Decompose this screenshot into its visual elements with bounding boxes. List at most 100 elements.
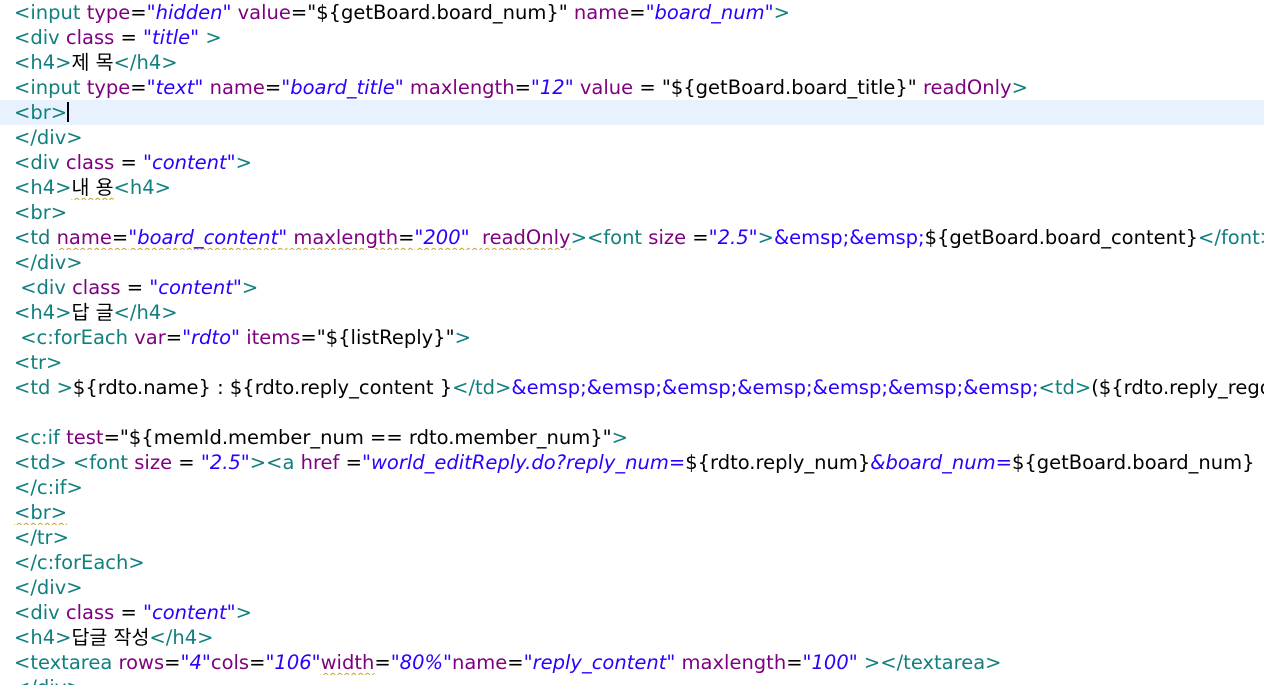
code-token: <td> <box>14 451 67 474</box>
code-token: "200" <box>414 226 470 249</box>
code-line[interactable]: <td >${rdto.name} : ${rdto.reply_content… <box>0 375 1264 400</box>
code-token: </c:forEach> <box>14 551 145 574</box>
code-line[interactable]: <br> <box>0 200 1264 225</box>
code-line[interactable]: </div> <box>0 250 1264 275</box>
code-line[interactable]: <td name="board_content" maxlength="200"… <box>0 225 1264 250</box>
code-token: value <box>579 76 634 99</box>
code-line[interactable]: <h4>답 글</h4> <box>0 300 1264 325</box>
code-token: 내 용 <box>71 176 114 199</box>
code-token: "100" <box>802 651 858 674</box>
code-token: size <box>648 226 687 249</box>
code-token: "12" <box>530 76 574 99</box>
code-token: <font <box>72 451 135 474</box>
code-line[interactable]: <h4>제 목</h4> <box>0 50 1264 75</box>
code-token: ></textarea> <box>863 651 1002 674</box>
code-token: 답글 작성 <box>71 626 150 649</box>
code-token: = "${getBoard.board_title}" <box>633 76 923 99</box>
code-line[interactable]: <td> <font size = "2.5"><a href ="world_… <box>0 450 1264 475</box>
code-token: <td> <box>1038 376 1092 399</box>
code-token: > <box>757 226 774 249</box>
code-token: > <box>249 451 267 474</box>
code-token: "world_editReply.do?reply_num= <box>361 451 686 474</box>
code-token: = <box>130 1 147 24</box>
code-token: = <box>172 451 201 474</box>
code-token: </h4> <box>113 51 178 74</box>
code-token: = <box>264 76 282 99</box>
code-line[interactable]: </div> <box>0 125 1264 150</box>
code-token: maxlength <box>681 651 787 674</box>
code-token: <br> <box>14 501 68 524</box>
code-token: "hidden" <box>146 1 232 24</box>
code-token: class <box>72 276 121 299</box>
code-line[interactable]: <input type="text" name="board_title" ma… <box>0 75 1264 100</box>
code-token: type <box>86 1 131 24</box>
code-line[interactable]: <textarea rows="4"cols="106"width="80%"n… <box>0 650 1264 675</box>
code-token: ${rdto.name} : ${rdto.reply_content } <box>72 376 453 399</box>
code-token: <c:forEach <box>20 326 135 349</box>
code-token: </td> <box>452 376 512 399</box>
code-token: "title" <box>143 26 200 49</box>
code-token: width <box>320 651 375 674</box>
code-token: name <box>56 226 112 249</box>
code-token: "content" <box>149 276 242 299</box>
code-line[interactable]: </c:forEach> <box>0 550 1264 575</box>
code-token: > <box>235 151 252 174</box>
code-token: <br> <box>14 101 68 124</box>
code-token: = <box>130 76 147 99</box>
code-line[interactable]: <div class = "content"> <box>0 275 1264 300</box>
code-token: > <box>611 426 628 449</box>
code-line[interactable]: <h4>내 용<h4> <box>0 175 1264 200</box>
code-line[interactable]: <tr> <box>0 350 1264 375</box>
code-line[interactable]: </c:if> <box>0 475 1264 500</box>
code-token: </div> <box>14 251 83 274</box>
code-editor[interactable]: <input type="hidden" value="${getBoard.b… <box>0 0 1264 685</box>
code-token: <h4> <box>113 176 171 199</box>
code-token: </div> <box>14 126 83 149</box>
code-token: var <box>134 326 166 349</box>
code-token: ="${memId.member_num == rdto.member_num}… <box>103 426 612 449</box>
code-line[interactable]: <div class = "content"> <box>0 150 1264 175</box>
code-line[interactable]: </tr> <box>0 525 1264 550</box>
code-line[interactable]: </div> <box>0 575 1264 600</box>
code-token: "reply_content" <box>523 651 676 674</box>
code-token: class <box>65 26 115 49</box>
code-token: = <box>249 651 266 674</box>
code-token: = <box>111 226 129 249</box>
code-line[interactable]: </div> <box>0 675 1264 685</box>
code-token: &emsp;&emsp;&emsp;&emsp;&emsp;&emsp;&ems… <box>511 376 1039 399</box>
code-token: <br> <box>14 201 68 224</box>
code-token: > <box>1011 76 1028 99</box>
code-token: "content" <box>143 601 236 624</box>
code-token: type <box>86 76 131 99</box>
code-line[interactable]: <c:if test="${memId.member_num == rdto.m… <box>0 425 1264 450</box>
code-token: "board_title" <box>281 76 404 99</box>
code-token: href <box>300 451 340 474</box>
code-token: <tr> <box>14 351 63 374</box>
code-token: ${getBoard.board_num} <box>1011 451 1255 474</box>
code-token: = <box>164 651 181 674</box>
code-token: items <box>246 326 301 349</box>
code-line[interactable]: <div class = "title" > <box>0 25 1264 50</box>
code-token: = <box>507 651 524 674</box>
code-token: = <box>114 601 144 624</box>
code-token: "board_content" <box>128 226 288 249</box>
code-line[interactable]: <br> <box>0 100 1264 125</box>
code-token: <td <box>14 376 57 399</box>
code-line[interactable]: <c:forEach var="rdto" items="${listReply… <box>0 325 1264 350</box>
code-line[interactable]: <h4>답글 작성</h4> <box>0 625 1264 650</box>
code-token: rows <box>118 651 165 674</box>
code-line[interactable]: <div class = "content"> <box>0 600 1264 625</box>
code-token: </tr> <box>14 526 69 549</box>
code-token: <a <box>266 451 301 474</box>
code-token: "106" <box>265 651 321 674</box>
code-line[interactable] <box>0 400 1264 425</box>
code-token: "content" <box>143 151 236 174</box>
code-token: </font> <box>1198 226 1264 249</box>
code-token: <td <box>14 226 57 249</box>
code-line[interactable]: <br> <box>0 500 1264 525</box>
code-token: = <box>114 26 144 49</box>
code-token: "4" <box>180 651 211 674</box>
code-token: "text" <box>146 76 204 99</box>
code-token: class <box>65 151 115 174</box>
code-line[interactable]: <input type="hidden" value="${getBoard.b… <box>0 0 1264 25</box>
